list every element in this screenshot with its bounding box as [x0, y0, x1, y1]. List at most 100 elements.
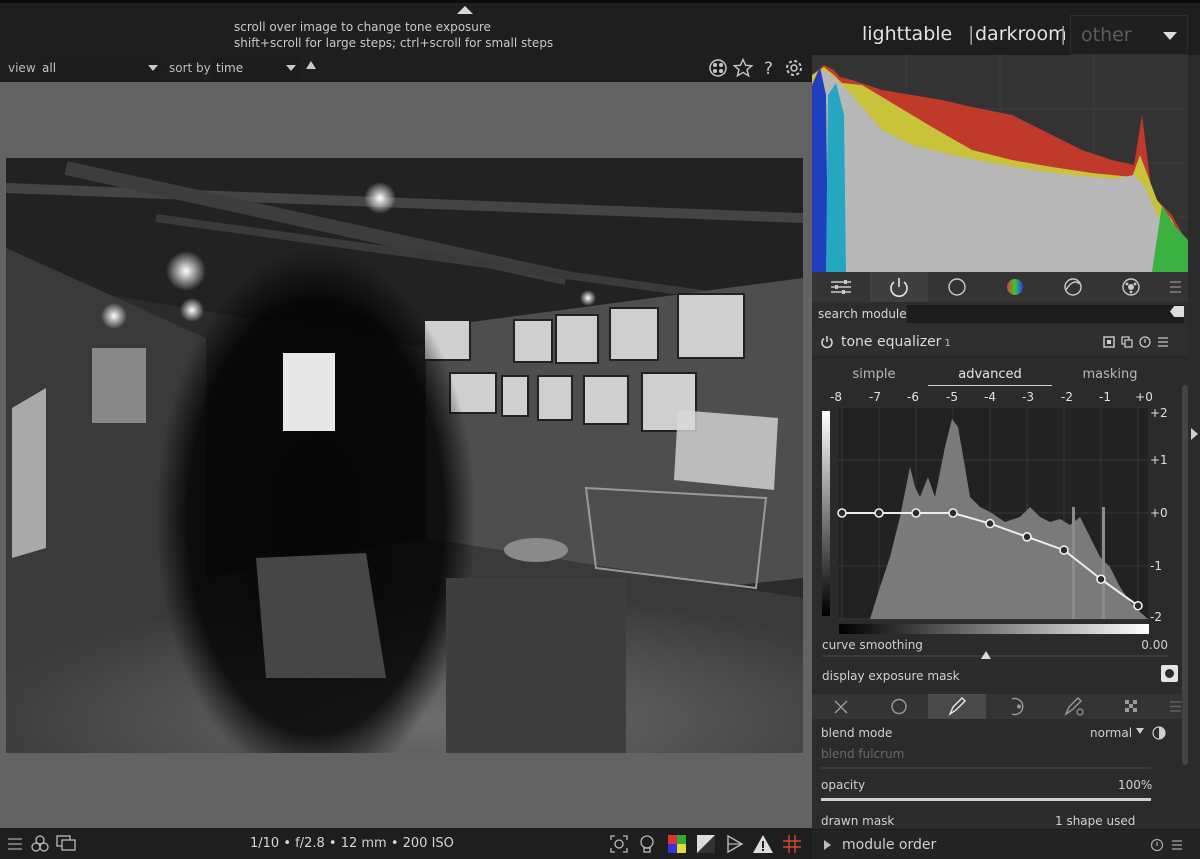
- curve-node[interactable]: [1059, 545, 1069, 555]
- tone-equalizer-header[interactable]: tone equalizer 1: [812, 327, 1188, 357]
- tab-advanced[interactable]: advanced: [928, 367, 1052, 386]
- styles-icon[interactable]: [29, 833, 51, 855]
- circle-icon[interactable]: [928, 272, 986, 302]
- tab-masking[interactable]: masking: [1048, 367, 1172, 382]
- sliders-icon[interactable]: [812, 272, 870, 302]
- blending-body: blend mode normal blend fulcrum opacity …: [812, 719, 1188, 829]
- reset-icon[interactable]: [1150, 838, 1164, 852]
- curve-node[interactable]: [985, 518, 995, 529]
- opacity-value[interactable]: 100%: [1118, 778, 1152, 792]
- curve-node[interactable]: [837, 508, 847, 518]
- ev-label: -6: [907, 390, 919, 404]
- curve-node[interactable]: [1096, 574, 1106, 585]
- multi-instance-icon[interactable]: [1121, 336, 1133, 348]
- module-instance-label: 1: [944, 338, 951, 349]
- opacity-slider[interactable]: [821, 798, 1151, 801]
- blend-mode-value[interactable]: normal: [1090, 726, 1132, 740]
- shapes-icon[interactable]: [708, 58, 728, 78]
- help-icon[interactable]: ?: [759, 58, 779, 78]
- ev-label: -7: [869, 390, 881, 404]
- curve-smoothing-label: curve smoothing: [822, 638, 923, 652]
- drawn-icon[interactable]: [928, 694, 986, 719]
- histogram[interactable]: [812, 55, 1188, 272]
- correct-icon[interactable]: [1044, 272, 1102, 302]
- search-module-label: search module: [818, 307, 907, 321]
- display-exposure-mask-toggle[interactable]: [1161, 665, 1178, 682]
- second-window-icon[interactable]: [55, 833, 77, 855]
- drawn-mask-label: drawn mask: [821, 814, 895, 828]
- ev-label: -8: [830, 390, 842, 404]
- focus-peaking-icon[interactable]: [608, 833, 630, 855]
- presets-menu-icon[interactable]: [1157, 336, 1169, 348]
- hint-line-2: shift+scroll for large steps; ctrl+scrol…: [234, 36, 554, 50]
- power-icon[interactable]: [820, 335, 834, 349]
- view-darkroom-link[interactable]: darkroom: [974, 23, 1067, 45]
- guides-icon[interactable]: [724, 833, 746, 855]
- slider-thumb-icon[interactable]: [981, 651, 991, 659]
- bottom-bar: 1/10 • f/2.8 • 12 mm • 200 ISO: [0, 828, 812, 859]
- ev-label: -4: [984, 390, 996, 404]
- chevron-down-icon[interactable]: [1136, 728, 1144, 734]
- curve-node[interactable]: [1022, 532, 1032, 542]
- gear-icon[interactable]: [784, 58, 804, 78]
- power-icon[interactable]: [870, 272, 928, 302]
- opacity-label: opacity: [821, 778, 866, 792]
- blend-fulcrum-slider[interactable]: [821, 767, 1151, 769]
- blend-mode-label: blend mode: [821, 726, 893, 740]
- menu-icon[interactable]: [4, 833, 26, 855]
- curve-node[interactable]: [1133, 600, 1143, 611]
- blend-polarity-icon[interactable]: [1152, 726, 1166, 740]
- photo-preview[interactable]: [6, 158, 803, 753]
- blend-fulcrum-label: blend fulcrum: [821, 747, 905, 761]
- reset-icon[interactable]: [1139, 336, 1151, 348]
- star-icon[interactable]: [733, 58, 753, 78]
- menu-icon[interactable]: [1162, 272, 1188, 302]
- blending-tabs: [812, 694, 1188, 719]
- sort-direction-icon[interactable]: [306, 61, 316, 69]
- module-order-row[interactable]: module order: [812, 829, 1200, 859]
- warning-icon[interactable]: [752, 833, 774, 855]
- view-filter-value: all: [42, 61, 57, 75]
- gamut-check-icon[interactable]: [695, 833, 717, 855]
- parametric-icon[interactable]: [986, 694, 1044, 719]
- search-module-input[interactable]: [907, 305, 1184, 323]
- raster-icon[interactable]: [1102, 694, 1160, 719]
- soft-proof-icon[interactable]: [666, 833, 688, 855]
- presets-menu-icon[interactable]: [1170, 838, 1184, 852]
- histogram-plot: [812, 55, 1188, 272]
- top-panel-collapse-icon[interactable]: [457, 6, 473, 14]
- center-view[interactable]: [0, 82, 812, 828]
- tab-simple[interactable]: simple: [812, 367, 936, 382]
- ev-label: -2: [1061, 390, 1073, 404]
- off-icon[interactable]: [812, 694, 870, 719]
- sort-by-combo[interactable]: time: [212, 57, 300, 79]
- view-lighttable-link[interactable]: lighttable: [862, 23, 952, 45]
- curve-smoothing-value[interactable]: 0.00: [1141, 638, 1168, 652]
- lightbulb-icon[interactable]: [636, 833, 658, 855]
- view-filter-combo[interactable]: all: [38, 57, 162, 79]
- curve-node[interactable]: [948, 508, 958, 518]
- search-module-row: search module: [812, 302, 1188, 327]
- tone-curve-graph[interactable]: +2 +1 +0 -1 -2: [820, 406, 1180, 624]
- curve-node[interactable]: [874, 508, 884, 518]
- uniform-icon[interactable]: [870, 694, 928, 719]
- drawn-parametric-icon[interactable]: [1044, 694, 1102, 719]
- color-wheel-icon[interactable]: [986, 272, 1044, 302]
- effect-icon[interactable]: [1102, 272, 1160, 302]
- expand-arrow-icon: [824, 840, 831, 850]
- view-other-dropdown[interactable]: other: [1070, 15, 1188, 55]
- curve-smoothing-slider[interactable]: [822, 655, 1168, 657]
- drawn-mask-value[interactable]: 1 shape used: [1055, 814, 1135, 828]
- view-darkroom-label: darkroom: [975, 23, 1067, 45]
- ev-axis-label: -2: [1150, 610, 1162, 622]
- curve-node[interactable]: [911, 508, 921, 518]
- ev-label: -3: [1022, 390, 1034, 404]
- ev-axis-label: +1: [1150, 453, 1168, 467]
- right-panel-scrollbar[interactable]: [1182, 385, 1188, 765]
- ev-label: -5: [946, 390, 958, 404]
- grid-icon[interactable]: [781, 833, 803, 855]
- mask-indicator-icon[interactable]: [1103, 336, 1115, 348]
- sort-by-label: sort by: [169, 61, 211, 75]
- right-panel-collapse-icon[interactable]: [1191, 428, 1198, 440]
- module-order-label: module order: [842, 837, 937, 853]
